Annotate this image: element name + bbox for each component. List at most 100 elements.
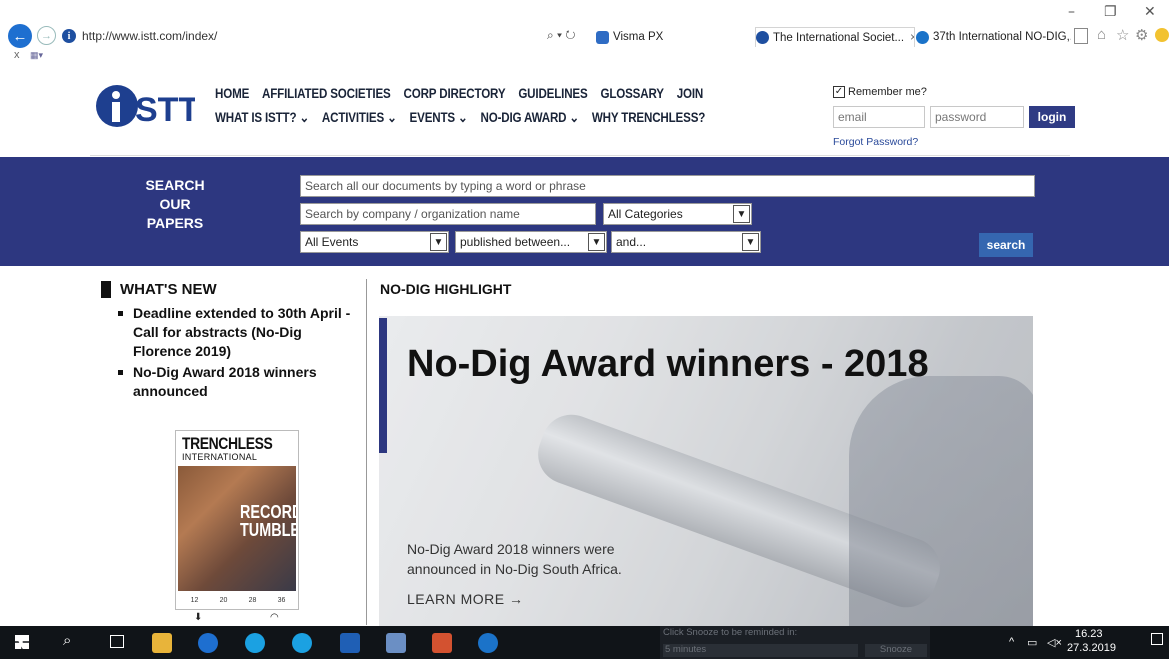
clock-date[interactable]: 27.3.2019 <box>1067 642 1116 654</box>
nav-corp-directory[interactable]: CORP DIRECTORY <box>404 86 506 101</box>
trenchless-magazine-cover[interactable]: TRENCHLESS INTERNATIONAL RECORD TUMBLES … <box>175 430 299 610</box>
category-select[interactable]: All Categories ▼ <box>603 203 752 225</box>
published-and-select[interactable]: and... ▼ <box>611 231 761 253</box>
close-window-icon[interactable]: ✕ <box>1144 4 1156 20</box>
minimize-icon[interactable]: – <box>1068 4 1075 20</box>
svg-text:STT: STT <box>135 91 195 128</box>
search-title: SEARCH OUR PAPERS <box>145 177 205 231</box>
action-center-icon[interactable] <box>1151 633 1163 645</box>
clock-time[interactable]: 16.23 <box>1075 628 1103 640</box>
back-icon[interactable]: ← <box>8 24 32 48</box>
address-bar[interactable]: i http://www.istt.com/index/ <box>62 26 592 46</box>
app-icon[interactable] <box>386 633 406 653</box>
battery-icon[interactable]: ▭ <box>1027 636 1037 649</box>
news-item-award[interactable]: No-Dig Award 2018 winners announced <box>118 363 358 401</box>
password-field[interactable]: password <box>930 106 1024 128</box>
favorites-star-icon[interactable]: ☆ <box>1116 26 1129 44</box>
forward-icon[interactable]: → <box>37 26 56 45</box>
published-between-select[interactable]: published between... ▼ <box>455 231 607 253</box>
windows-taskbar: ⌕ <box>0 626 1169 659</box>
nodig-favicon <box>916 30 929 44</box>
tab-label: Visma PX <box>613 31 664 43</box>
chevron-down-icon: ▼ <box>742 233 759 251</box>
close-bar-icon[interactable]: x <box>14 49 20 61</box>
skype-icon[interactable] <box>292 633 312 653</box>
highlight-hero[interactable]: No-Dig Award winners - 2018 No-Dig Award… <box>379 316 1033 626</box>
task-view-icon[interactable] <box>110 635 124 648</box>
learn-more-link[interactable]: LEARN MORE → <box>407 591 523 607</box>
edge-icon[interactable] <box>478 633 498 653</box>
url-text: http://www.istt.com/index/ <box>82 29 218 43</box>
powerpoint-icon[interactable] <box>432 633 452 653</box>
news-item-deadline[interactable]: Deadline extended to 30th April - Call f… <box>118 304 358 361</box>
start-icon[interactable] <box>15 635 29 649</box>
nav-guidelines[interactable]: GUIDELINES <box>518 86 587 101</box>
events-select[interactable]: All Events ▼ <box>300 231 449 253</box>
company-search-input[interactable]: Search by company / organization name <box>300 203 596 225</box>
restore-icon[interactable]: ❐ <box>1104 4 1117 20</box>
nav-why-trenchless[interactable]: WHY TRENCHLESS? <box>592 110 705 126</box>
skype-business-icon[interactable] <box>245 633 265 653</box>
nav-activities[interactable]: ACTIVITIES ⌄ <box>322 110 397 126</box>
main-nav-row-1: HOME AFFILIATED SOCIETIES CORP DIRECTORY… <box>215 86 703 101</box>
site-info-icon[interactable]: i <box>62 29 76 43</box>
and-value: and... <box>616 235 647 249</box>
category-value: All Categories <box>608 207 683 221</box>
email-field[interactable]: email <box>833 106 925 128</box>
browser-chrome: – ❐ ✕ ← → i http://www.istt.com/index/ ⌕… <box>0 0 1169 66</box>
tab-visma[interactable]: Visma PX <box>596 27 751 47</box>
hero-accent-bar <box>379 318 387 453</box>
smiley-icon[interactable] <box>1155 28 1169 42</box>
tray-overflow-icon[interactable]: ^ <box>1009 636 1014 648</box>
events-value: All Events <box>305 235 359 249</box>
nav-events[interactable]: EVENTS ⌄ <box>410 110 468 126</box>
hero-heading: No-Dig Award winners - 2018 <box>407 343 929 385</box>
forgot-password-link[interactable]: Forgot Password? <box>833 136 918 148</box>
outlook-icon[interactable] <box>340 633 360 653</box>
nav-affiliated-societies[interactable]: AFFILIATED SOCIETIES <box>262 86 391 101</box>
chevron-down-icon: ▼ <box>588 233 605 251</box>
download-icon[interactable]: ⬇ <box>194 612 202 623</box>
chevron-down-icon: ▼ <box>430 233 447 251</box>
tab-label: The International Societ... <box>773 31 905 44</box>
new-tab-icon[interactable] <box>1074 28 1088 44</box>
search-icon[interactable]: ⌕ <box>63 632 71 649</box>
settings-gear-icon[interactable]: ⚙ <box>1135 26 1148 44</box>
search-papers-panel: SEARCH OUR PAPERS Search all our documen… <box>0 157 1169 266</box>
internet-explorer-icon[interactable] <box>198 633 218 653</box>
remember-label: Remember me? <box>848 86 927 98</box>
istt-logo[interactable]: STT <box>95 84 195 128</box>
nav-what-is-istt[interactable]: WHAT IS ISTT? ⌄ <box>215 110 309 126</box>
nav-glossary[interactable]: GLOSSARY <box>600 86 664 101</box>
hero-description: No-Dig Award 2018 winners were announced… <box>407 541 622 577</box>
home-icon[interactable]: ⌂ <box>1097 26 1106 43</box>
documents-search-input[interactable]: Search all our documents by typing a wor… <box>300 175 1035 197</box>
snooze-button[interactable]: Snooze <box>865 644 927 657</box>
reminder-text: Click Snooze to be reminded in: <box>663 627 798 638</box>
nav-no-dig-award[interactable]: NO-DIG AWARD ⌄ <box>480 110 579 126</box>
nav-home[interactable]: HOME <box>215 86 249 101</box>
snooze-duration-select[interactable]: 5 minutes <box>663 644 858 657</box>
footer-number: 28 <box>248 596 257 604</box>
column-divider <box>366 279 367 625</box>
login-button[interactable]: login <box>1029 106 1075 128</box>
file-explorer-icon[interactable] <box>152 633 172 653</box>
tab-istt[interactable]: The International Societ... × <box>755 27 915 47</box>
istt-favicon <box>756 31 769 44</box>
search-button[interactable]: search <box>979 233 1033 257</box>
remember-me[interactable]: ✓ Remember me? <box>833 86 927 98</box>
remember-checkbox[interactable]: ✓ <box>833 86 845 98</box>
footer-number: 12 <box>190 596 199 604</box>
wifi-icon: ◠ <box>270 612 279 623</box>
tab-close-icon[interactable]: × <box>910 32 914 44</box>
between-value: published between... <box>460 235 571 249</box>
nav-join[interactable]: JOIN <box>677 86 704 101</box>
whats-new-title: WHAT'S NEW <box>120 281 217 298</box>
volume-icon[interactable]: ◁× <box>1047 636 1062 649</box>
whats-new-list: Deadline extended to 30th April - Call f… <box>118 304 358 403</box>
compat-view-icon[interactable]: ▦▾ <box>30 50 48 60</box>
reminder-notification: Click Snooze to be reminded in: 5 minute… <box>660 626 930 659</box>
search-refresh-icon[interactable]: ⌕ ▾ ↻ <box>547 28 576 43</box>
tab-nodig[interactable]: 37th International NO-DIG,... <box>916 27 1071 47</box>
magazine-footer: 12 20 28 36 <box>180 593 296 607</box>
